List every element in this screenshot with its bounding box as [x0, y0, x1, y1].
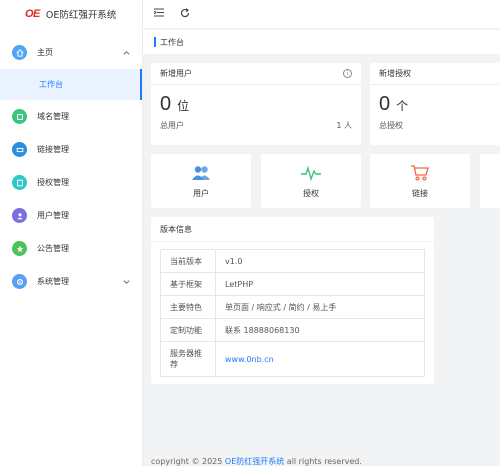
table-cell-value: 联系 18888068130 — [215, 318, 425, 342]
table-row: 定制功能 联系 18888068130 — [160, 318, 425, 342]
tab-label: 工作台 — [160, 37, 184, 47]
menu-toggle-icon[interactable] — [153, 8, 164, 20]
tab-bar: 工作台 — [143, 29, 500, 54]
table-cell-value: www.0nb.cn — [215, 341, 425, 377]
user-icon — [12, 208, 27, 223]
table-cell-value: 单页面 / 响应式 / 简约 / 易上手 — [215, 295, 425, 319]
refresh-icon[interactable] — [180, 7, 190, 21]
sidebar-subitem-label: 工作台 — [39, 80, 63, 89]
stat-card-title: 新增授权 — [379, 69, 411, 78]
stat-value-row: 0 个 — [370, 85, 500, 116]
stat-number: 0 — [160, 93, 172, 115]
home-icon — [12, 45, 27, 60]
table-cell-value: LetPHP — [215, 272, 425, 296]
table-cell-key: 主要特色 — [160, 295, 216, 319]
brand-logo: OE — [25, 8, 40, 20]
brand[interactable]: OE OE防红强开系统 — [0, 0, 142, 28]
stat-foot-value: 1 人 — [336, 121, 352, 130]
sidebar-item-label: 公告管理 — [37, 244, 69, 253]
quick-link-links[interactable]: 链接 — [370, 154, 470, 208]
quick-link-partial[interactable] — [480, 154, 500, 208]
pulse-icon — [301, 163, 321, 183]
stat-unit: 位 — [177, 99, 190, 113]
table-cell-key: 定制功能 — [160, 318, 216, 342]
sidebar-item-label: 链接管理 — [37, 145, 69, 154]
footer-brand-link[interactable]: OE防红强开系统 — [225, 457, 284, 466]
auth-icon — [12, 175, 27, 190]
chevron-down-icon — [123, 277, 130, 286]
sidebar-item-users[interactable]: 用户管理 — [0, 199, 142, 232]
server-link[interactable]: www.0nb.cn — [225, 355, 274, 364]
version-table: 当前版本 v1.0 基于框架 LetPHP 主要特色 单页面 / 响应式 / 简… — [160, 249, 425, 377]
version-card: 版本信息 当前版本 v1.0 基于框架 LetPHP 主要特色 单页面 / 响应… — [151, 217, 434, 384]
sidebar-item-links[interactable]: 链接管理 — [0, 133, 142, 166]
version-card-title: 版本信息 — [151, 217, 434, 242]
tab-active-indicator — [154, 37, 156, 47]
sidebar-item-system[interactable]: 系统管理 — [0, 265, 142, 298]
chevron-up-icon — [123, 48, 130, 57]
stat-value-row: 0 位 — [151, 85, 361, 116]
footer: copyright © 2025 OE防红强开系统 all rights res… — [151, 456, 362, 466]
table-cell-key: 服务器推荐 — [160, 341, 216, 377]
quick-link-label: 授权 — [303, 189, 319, 198]
sidebar-item-label: 主页 — [37, 48, 53, 57]
link-icon — [12, 142, 27, 157]
notice-icon — [12, 241, 27, 256]
sidebar-item-label: 用户管理 — [37, 211, 69, 220]
stat-foot-label: 总用户 — [160, 121, 184, 130]
sidebar-item-label: 授权管理 — [37, 178, 69, 187]
table-row: 当前版本 v1.0 — [160, 249, 425, 273]
stat-card-users: 新增用户 i 0 位 总用户 1 人 — [151, 63, 361, 145]
footer-prefix: copyright © 2025 — [151, 457, 225, 466]
table-row: 服务器推荐 www.0nb.cn — [160, 341, 425, 377]
gear-icon — [12, 274, 27, 289]
sidebar-item-domain[interactable]: 域名管理 — [0, 100, 142, 133]
sidebar-subitem-workbench[interactable]: 工作台 — [0, 69, 142, 100]
sidebar-item-notice[interactable]: 公告管理 — [0, 232, 142, 265]
footer-suffix: all rights reserved. — [284, 457, 362, 466]
table-cell-key: 当前版本 — [160, 249, 216, 273]
stat-footer: 总用户 1 人 — [151, 116, 361, 131]
info-icon[interactable]: i — [343, 69, 352, 78]
domain-icon — [12, 109, 27, 124]
stat-card-title: 新增用户 — [160, 69, 192, 78]
table-row: 主要特色 单页面 / 响应式 / 简约 / 易上手 — [160, 295, 425, 319]
sidebar-item-label: 系统管理 — [37, 277, 69, 286]
stat-card-header: 新增授权 — [370, 63, 500, 85]
sidebar-item-home[interactable]: 主页 — [0, 36, 142, 69]
top-header — [143, 0, 500, 28]
quick-link-label: 用户 — [193, 189, 209, 198]
users-icon — [191, 163, 211, 183]
stat-foot-label: 总授权 — [379, 121, 403, 130]
sidebar-item-auth[interactable]: 授权管理 — [0, 166, 142, 199]
quick-link-label: 链接 — [412, 189, 428, 198]
tab-workbench[interactable]: 工作台 — [154, 37, 184, 48]
brand-name: OE防红强开系统 — [45, 10, 117, 21]
quick-link-auth[interactable]: 授权 — [261, 154, 361, 208]
quick-link-users[interactable]: 用户 — [151, 154, 251, 208]
sidebar-item-label: 域名管理 — [37, 112, 69, 121]
sidebar-menu: 主页 工作台 域名管理 链接管理 授权管理 用户管理 公告管理 系统管理 — [0, 36, 142, 298]
stat-number: 0 — [379, 93, 391, 115]
sidebar: OE OE防红强开系统 主页 工作台 域名管理 链接管理 授权管理 用户管理 公… — [0, 0, 143, 466]
table-cell-value: v1.0 — [215, 249, 425, 273]
table-cell-key: 基于框架 — [160, 272, 216, 296]
table-row: 基于框架 LetPHP — [160, 272, 425, 296]
stat-card-header: 新增用户 i — [151, 63, 361, 85]
cart-icon — [410, 163, 430, 183]
stat-unit: 个 — [396, 99, 409, 113]
stat-footer: 总授权 — [370, 116, 500, 131]
stat-card-auth: 新增授权 0 个 总授权 — [370, 63, 500, 145]
